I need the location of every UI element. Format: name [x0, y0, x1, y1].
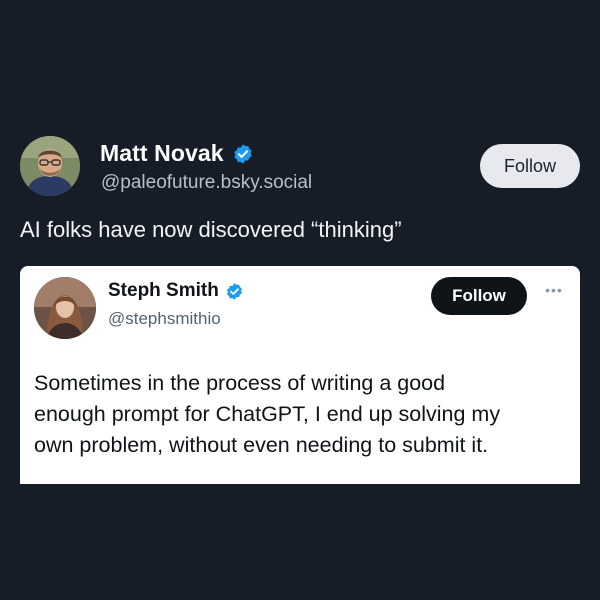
- post-container: Matt Novak @paleofuture.bsky.social Foll…: [0, 0, 600, 600]
- author-name[interactable]: Matt Novak: [100, 140, 224, 167]
- quoted-avatar-image: [34, 277, 96, 339]
- more-horizontal-icon[interactable]: •••: [540, 282, 568, 302]
- avatar[interactable]: [20, 136, 80, 196]
- quoted-avatar[interactable]: [34, 277, 96, 339]
- quoted-author-name-line: Steph Smith: [108, 280, 244, 302]
- verified-badge-icon: [234, 143, 252, 164]
- post-header: Matt Novak @paleofuture.bsky.social Foll…: [20, 136, 580, 196]
- quoted-author-handle[interactable]: @stephsmithio: [108, 309, 221, 329]
- author-handle[interactable]: @paleofuture.bsky.social: [101, 172, 312, 194]
- quoted-verified-badge-icon: [226, 282, 242, 300]
- quoted-follow-button[interactable]: Follow: [431, 277, 527, 315]
- post-text: AI folks have now discovered “thinking”: [20, 217, 402, 242]
- quoted-post-card[interactable]: Steph Smith @stephsmithio Follow ••• Som…: [20, 266, 580, 484]
- author-name-line: Matt Novak: [100, 140, 254, 167]
- quoted-post-text: Sometimes in the process of writing a go…: [34, 368, 564, 461]
- quoted-text-line: own problem, without even needing to sub…: [34, 433, 489, 457]
- quoted-text-line: Sometimes in the process of writing a go…: [34, 371, 446, 395]
- follow-button[interactable]: Follow: [480, 144, 580, 188]
- avatar-image: [20, 136, 80, 196]
- quoted-author-name[interactable]: Steph Smith: [108, 280, 219, 302]
- quoted-text-line: enough prompt for ChatGPT, I end up solv…: [34, 402, 501, 426]
